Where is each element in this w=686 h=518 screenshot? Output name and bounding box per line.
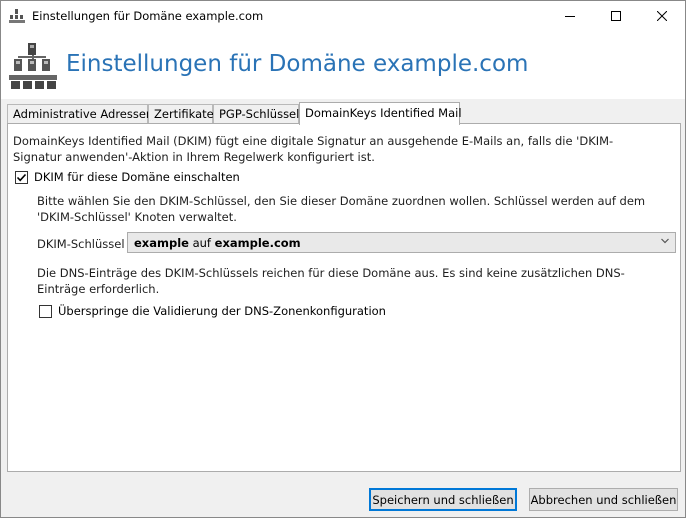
dkim-intro-text: DomainKeys Identified Mail (DKIM) fügt e…: [13, 134, 614, 164]
skip-dns-validation-checkbox[interactable]: [39, 305, 52, 318]
dkim-key-selected-value: example auf example.com: [134, 236, 301, 250]
checkmark-icon: [16, 173, 27, 182]
dkim-enable-label[interactable]: DKIM für diese Domäne einschalten: [34, 170, 240, 184]
title-bar[interactable]: Einstellungen für Domäne example.com: [1, 1, 685, 31]
app-icon: [9, 9, 25, 23]
dkim-key-select[interactable]: example auf example.com: [127, 232, 676, 253]
maximize-button[interactable]: [593, 1, 639, 31]
minimize-button[interactable]: [547, 1, 593, 31]
page-title: Einstellungen für Domäne example.com: [66, 51, 529, 77]
chevron-down-icon: [661, 238, 669, 244]
dkim-select-hint: Bitte wählen Sie den DKIM-Schlüssel, den…: [37, 194, 646, 224]
close-button[interactable]: [639, 1, 685, 31]
settings-window: Einstellungen für Domäne example.com Ein…: [0, 0, 686, 518]
tab-zertifikate[interactable]: Zertifikate: [148, 104, 214, 124]
tab-administrative-adressen[interactable]: Administrative Adressen: [7, 104, 153, 124]
close-icon: [657, 11, 667, 21]
skip-dns-validation-label[interactable]: Überspringe die Validierung der DNS-Zone…: [58, 304, 386, 318]
window-title: Einstellungen für Domäne example.com: [32, 9, 264, 23]
maximize-icon: [611, 11, 621, 21]
minimize-icon: [565, 16, 575, 17]
tab-dkim[interactable]: DomainKeys Identified Mail: [299, 102, 462, 125]
save-and-close-button[interactable]: Speichern und schließen: [369, 488, 517, 511]
dkim-enable-checkbox[interactable]: [15, 171, 28, 184]
dialog-header: Einstellungen für Domäne example.com: [1, 31, 685, 99]
domain-logo-icon: [9, 43, 57, 89]
dkim-panel: DomainKeys Identified Mail (DKIM) fügt e…: [7, 123, 681, 472]
cancel-and-close-button[interactable]: Abbrechen und schließen: [529, 488, 678, 511]
dns-info-text: Die DNS-Einträge des DKIM-Schlüssels rei…: [37, 266, 625, 296]
tab-pgp-schluessel[interactable]: PGP-Schlüssel: [213, 104, 299, 124]
dkim-key-label: DKIM-Schlüssel: [37, 237, 125, 251]
